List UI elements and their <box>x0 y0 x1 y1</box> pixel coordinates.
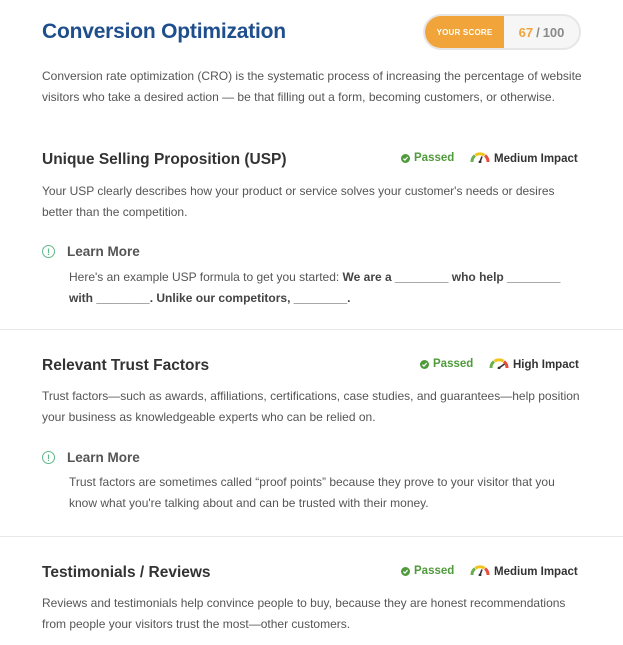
section-title: Testimonials / Reviews <box>42 564 211 581</box>
impact-label: Medium Impact <box>494 566 578 578</box>
info-circle-icon: ! <box>42 245 55 258</box>
status-passed: Passed <box>401 565 454 577</box>
learn-more-toggle[interactable]: ! Learn More <box>42 244 140 259</box>
section-title: Unique Selling Proposition (USP) <box>42 151 287 168</box>
conversion-optimization-panel: Conversion Optimization YOUR SCORE 67 / … <box>0 0 623 645</box>
section-description: Reviews and testimonials help convince p… <box>42 596 566 631</box>
intro-text: Conversion rate optimization (CRO) is th… <box>42 69 582 104</box>
status-label: Passed <box>414 152 455 164</box>
check-circle-icon <box>401 153 410 163</box>
impact-label: High Impact <box>513 359 579 371</box>
section-description: Your USP clearly describes how your prod… <box>42 184 555 219</box>
learn-more-toggle[interactable]: ! Learn More <box>42 450 140 465</box>
info-circle-icon: ! <box>42 451 55 464</box>
check-circle-icon <box>401 566 410 576</box>
section-title: Relevant Trust Factors <box>42 357 210 374</box>
gauge-icon <box>470 565 490 579</box>
section-description: Trust factors—such as awards, affiliatio… <box>42 389 580 424</box>
impact-badge: High Impact <box>489 358 579 372</box>
learn-more-intro: Here's an example USP formula to get you… <box>69 270 343 284</box>
impact-badge: Medium Impact <box>470 565 578 579</box>
gauge-icon <box>489 358 509 372</box>
learn-more-label: Learn More <box>67 450 140 465</box>
score-max: 100 <box>542 24 565 40</box>
learn-more-text: Trust factors are sometimes called “proo… <box>69 475 555 510</box>
page-title: Conversion Optimization <box>42 20 286 43</box>
status-passed: Passed <box>401 152 454 164</box>
gauge-icon <box>470 152 490 166</box>
score-number: 67 <box>518 24 534 40</box>
impact-badge: Medium Impact <box>470 152 578 166</box>
learn-more-text: Here's an example USP formula to get you… <box>69 267 584 308</box>
score-separator: / <box>536 24 540 40</box>
status-passed: Passed <box>420 358 473 370</box>
section-trust-factors: Relevant Trust Factors Passed High Impac… <box>0 329 623 536</box>
section-testimonials: Testimonials / Reviews Passed Medium Imp… <box>0 536 623 645</box>
header: Conversion Optimization YOUR SCORE 67 / … <box>42 14 581 50</box>
score-value: 67 / 100 <box>504 16 579 48</box>
score-badge: YOUR SCORE 67 / 100 <box>423 14 581 50</box>
check-circle-icon <box>420 359 429 369</box>
status-label: Passed <box>433 358 474 370</box>
status-label: Passed <box>414 565 455 577</box>
score-label: YOUR SCORE <box>425 16 504 48</box>
impact-label: Medium Impact <box>494 153 578 165</box>
learn-more-label: Learn More <box>67 244 140 259</box>
